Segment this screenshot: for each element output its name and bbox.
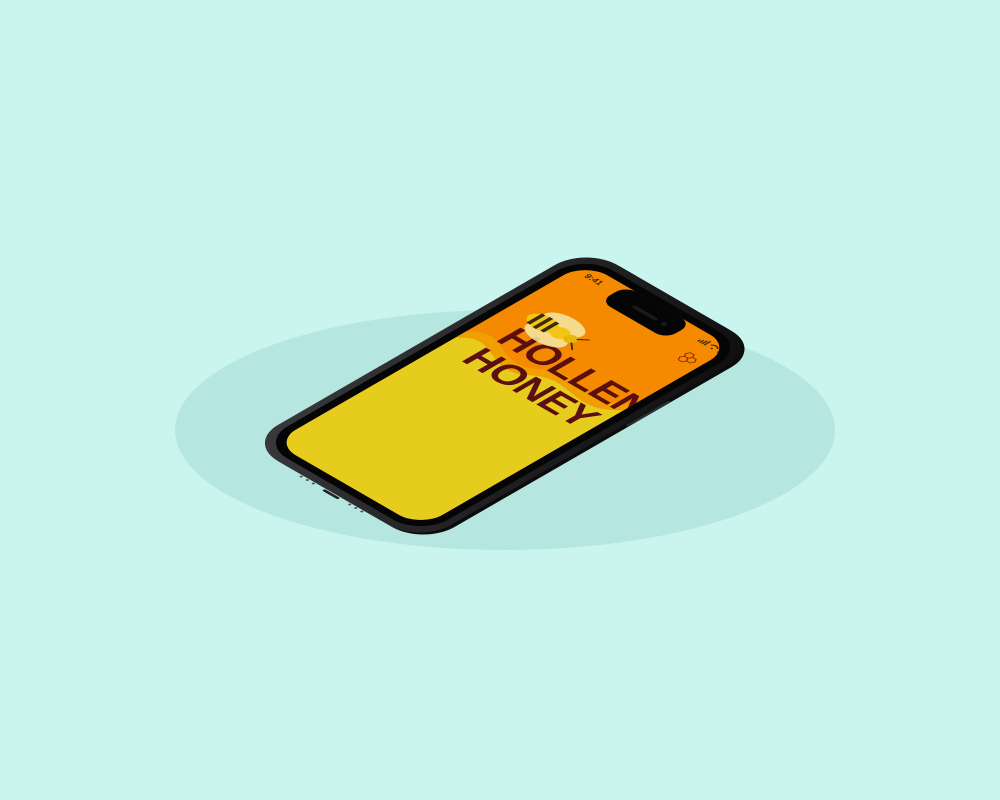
- mockup-scene: HOLLENBECK HONEY 9:41: [0, 0, 1000, 800]
- phone-device: HOLLENBECK HONEY 9:41: [175, 257, 835, 550]
